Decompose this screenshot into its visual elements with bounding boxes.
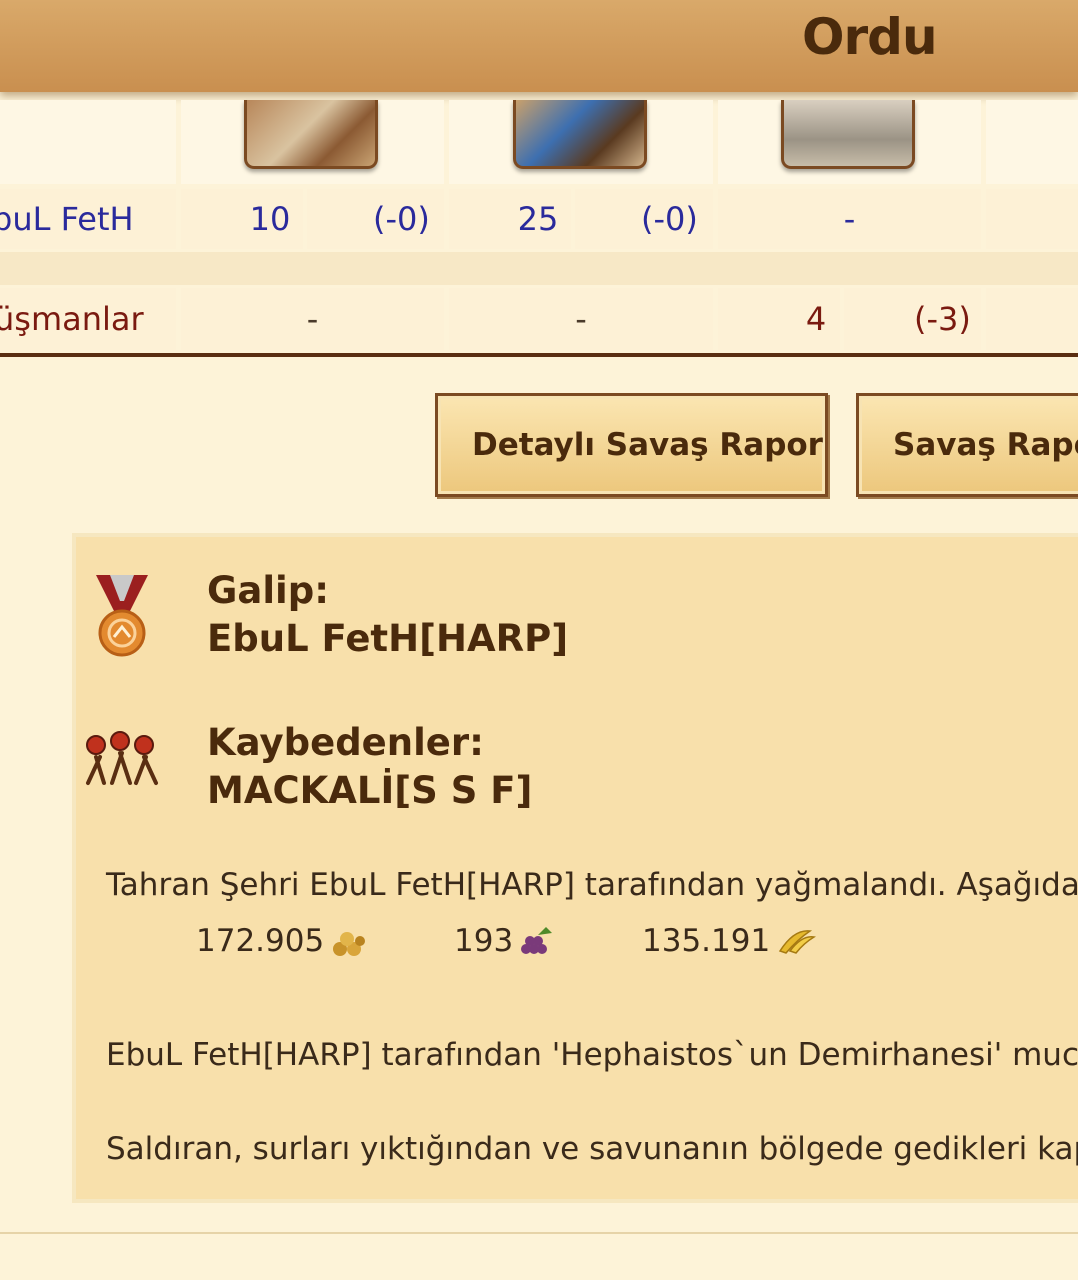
battle-report-page: Ordu buL FetH 10 (-0) 25 (-0) - üşmanlar… [0, 0, 1078, 1280]
unit-count-cell [986, 189, 1078, 249]
wonder-message: EbuL FetH[HARP] tarafından 'Hephaistos`u… [106, 1037, 1078, 1073]
table-row: üşmanlar [0, 288, 176, 350]
hoplite-unit-icon [244, 100, 378, 169]
detailed-report-button[interactable]: Detaylı Savaş Raporu [435, 393, 828, 497]
unit-loss-cell: (-0) [307, 189, 444, 249]
unit-count-cell: 10 [181, 189, 303, 249]
unit-loss-cell: (-3) [844, 288, 981, 350]
enemies-label: üşmanlar [0, 300, 144, 338]
unit-count-cell [986, 288, 1078, 350]
header-bar: Ordu [0, 0, 1078, 92]
unit-count: - [843, 200, 856, 238]
defeated-army-icon [86, 731, 158, 785]
unit-count-cell: - [718, 189, 981, 249]
unit-count-cell: - [449, 288, 713, 350]
medal-icon [96, 575, 148, 657]
unit-loss-cell: (-0) [575, 189, 713, 249]
war-report-button[interactable]: Savaş Raporu [856, 393, 1078, 497]
losers-label: Kaybedenler: [207, 721, 484, 764]
footer-divider [0, 1232, 1078, 1234]
bananas-amount: 135.191 [642, 923, 771, 959]
grapes-icon [521, 927, 552, 954]
wine-amount: 193 [454, 923, 514, 959]
unit-image-cell [181, 100, 444, 184]
militia-unit-icon [781, 100, 915, 169]
unit-loss: (-0) [373, 200, 430, 238]
losers-name[interactable]: MACKALİ[S S F] [207, 769, 532, 812]
row-spacer [0, 252, 1078, 285]
page-title: Ordu [802, 8, 938, 66]
unit-count: - [306, 300, 319, 338]
gold-pile-icon [333, 932, 365, 956]
table-row: buL FetH [0, 189, 176, 249]
unit-count-cell: 4 [718, 288, 840, 350]
winner-label: Galip: [207, 569, 329, 612]
table-corner-cell [0, 100, 176, 184]
banana-icon [778, 930, 816, 954]
unit-image-cell [986, 100, 1078, 184]
table-bottom-border [0, 353, 1078, 357]
player-link[interactable]: buL FetH [0, 200, 134, 238]
unit-count-cell: - [181, 288, 444, 350]
slinger-unit-icon [513, 100, 647, 169]
plunder-message: Tahran Şehri EbuL FetH[HARP] tarafından … [106, 867, 1078, 903]
battle-result-panel: Galip: EbuL FetH[HARP] Kaybedenler: MACK… [72, 533, 1078, 1203]
unit-count-cell: 25 [449, 189, 571, 249]
walls-message: Saldıran, surları yıktığından ve savunan… [106, 1131, 1078, 1167]
unit-loss: (-3) [914, 300, 971, 338]
unit-image-cell [718, 100, 981, 184]
unit-image-cell [449, 100, 713, 184]
unit-count: - [575, 300, 587, 338]
winner-name[interactable]: EbuL FetH[HARP] [207, 617, 568, 660]
gold-amount: 172.905 [196, 923, 325, 959]
unit-loss: (-0) [641, 200, 698, 238]
